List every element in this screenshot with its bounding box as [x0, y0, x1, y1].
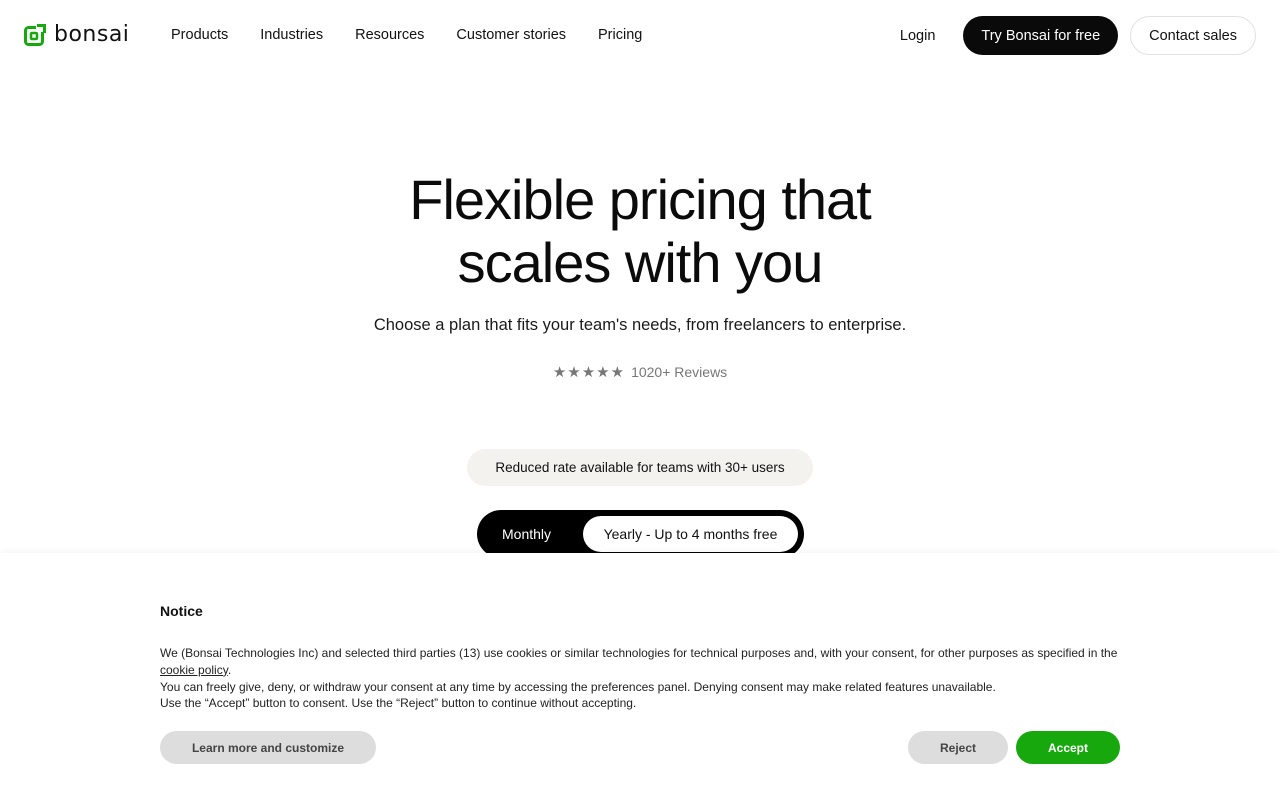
- try-free-button[interactable]: Try Bonsai for free: [963, 16, 1119, 55]
- nav-item-pricing[interactable]: Pricing: [582, 27, 658, 43]
- bonsai-logo[interactable]: bonsai: [24, 24, 129, 46]
- cookie-text-part1: We (Bonsai Technologies Inc) and selecte…: [160, 646, 1118, 660]
- login-link[interactable]: Login: [900, 28, 935, 44]
- cookie-notice-title: Notice: [160, 603, 203, 619]
- nav-item-products[interactable]: Products: [155, 27, 244, 43]
- bonsai-logo-icon: [24, 24, 46, 46]
- billing-monthly-option[interactable]: Monthly: [502, 510, 551, 558]
- reduced-rate-badge: Reduced rate available for teams with 30…: [467, 449, 813, 486]
- billing-yearly-option[interactable]: Yearly - Up to 4 months free: [583, 516, 798, 552]
- learn-more-customize-button[interactable]: Learn more and customize: [160, 731, 376, 764]
- nav-item-industries[interactable]: Industries: [244, 27, 339, 43]
- cookie-text-line2: You can freely give, deny, or withdraw y…: [160, 679, 996, 694]
- reviews-summary: ★★★★★ 1020+ Reviews: [0, 363, 1280, 381]
- reject-button[interactable]: Reject: [908, 731, 1008, 764]
- nav-item-customer-stories[interactable]: Customer stories: [440, 27, 582, 43]
- contact-sales-button[interactable]: Contact sales: [1130, 16, 1256, 55]
- cookie-text-part2: .: [227, 662, 232, 677]
- page-subtitle: Choose a plan that fits your team's need…: [373, 316, 907, 334]
- cookie-text-line3: Use the “Accept” button to consent. Use …: [160, 696, 637, 711]
- main-nav: Products Industries Resources Customer s…: [155, 0, 658, 70]
- page-title-line2: scales with you: [457, 231, 824, 294]
- cookie-policy-link[interactable]: cookie policy: [160, 663, 228, 677]
- billing-toggle[interactable]: Monthly Yearly - Up to 4 months free: [477, 510, 804, 558]
- logo-wordmark: bonsai: [54, 22, 130, 47]
- page-title-line1: Flexible pricing that: [409, 168, 871, 231]
- page-title: Flexible pricing that scales with you: [0, 168, 1280, 294]
- reviews-count: 1020+ Reviews: [631, 364, 728, 380]
- accept-button[interactable]: Accept: [1016, 731, 1120, 764]
- site-header: bonsai Products Industries Resources Cus…: [0, 0, 1280, 70]
- nav-item-resources[interactable]: Resources: [339, 27, 440, 43]
- header-actions: Login Try Bonsai for free Contact sales: [900, 16, 1256, 55]
- cookie-notice: Notice We (Bonsai Technologies Inc) and …: [0, 553, 1280, 800]
- star-rating-icon: ★★★★★: [552, 364, 626, 381]
- cookie-notice-body: We (Bonsai Technologies Inc) and selecte…: [160, 645, 1140, 712]
